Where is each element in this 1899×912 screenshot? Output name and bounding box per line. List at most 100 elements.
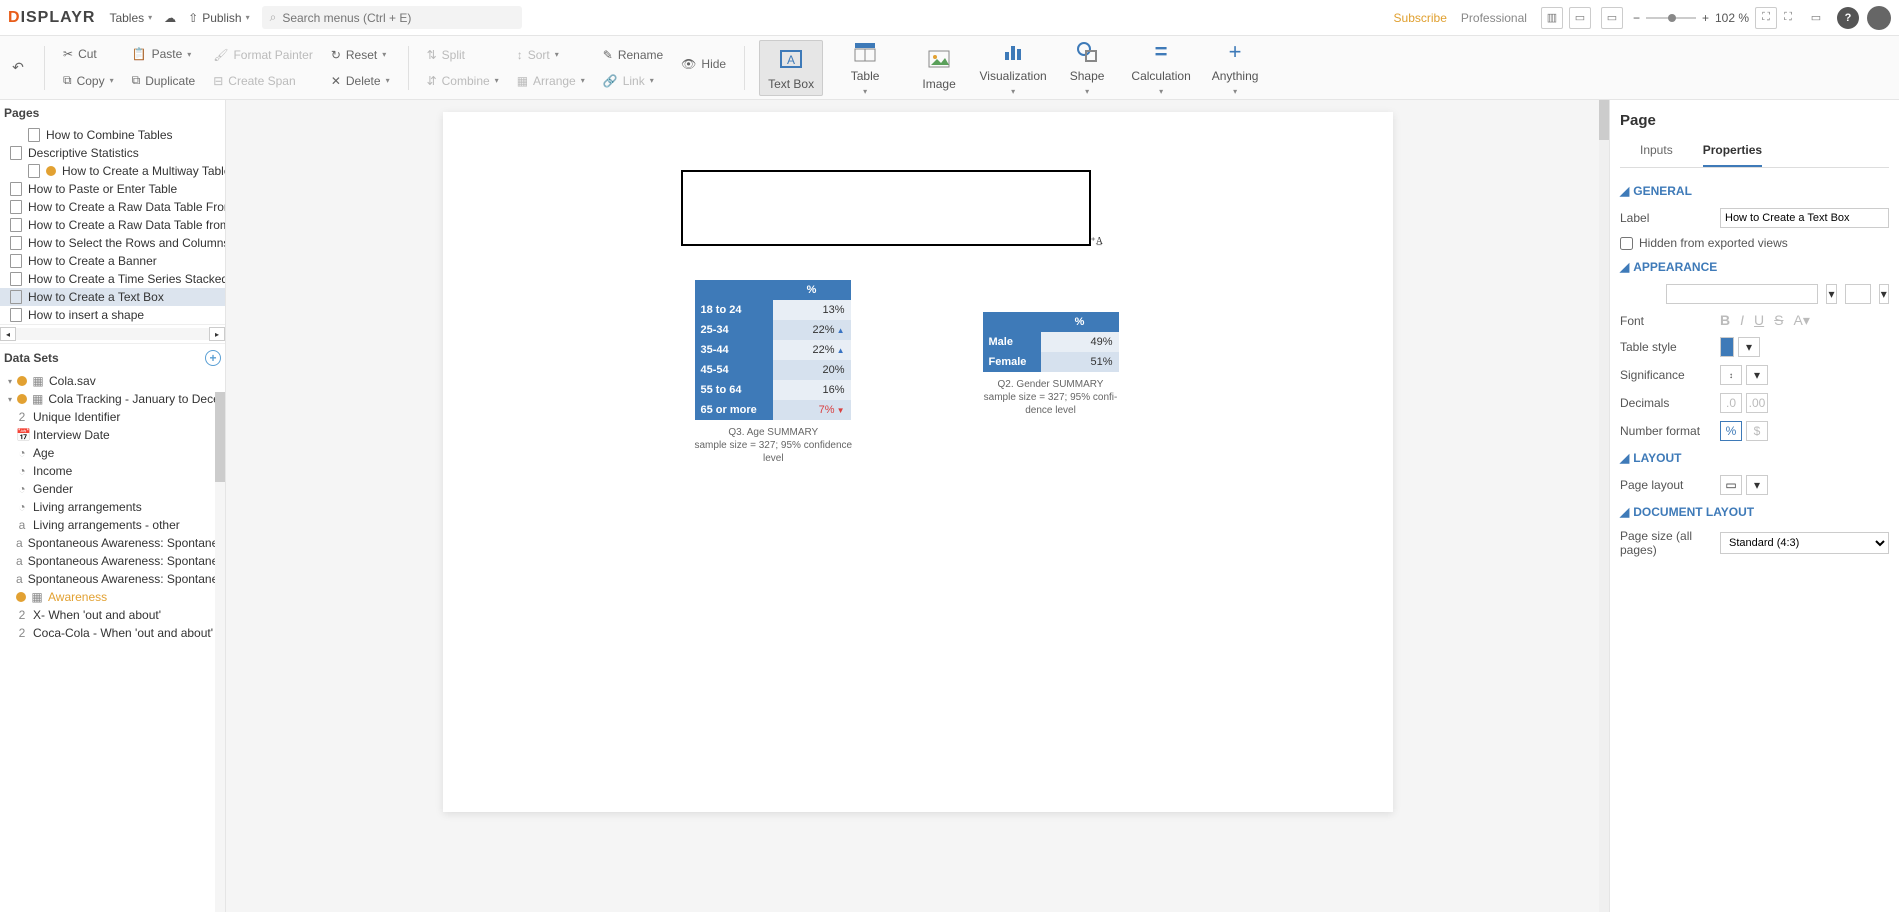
- section-appearance[interactable]: ◢APPEARANCE: [1620, 254, 1889, 280]
- currency-format[interactable]: $: [1746, 421, 1768, 441]
- insert-calculation[interactable]: = Calculation▾: [1129, 40, 1193, 96]
- tables-menu[interactable]: Tables▾: [109, 11, 152, 25]
- page-item[interactable]: How to Create a Raw Data Table from Var: [0, 216, 225, 234]
- layout-panels-icon[interactable]: ▥: [1541, 7, 1563, 29]
- datasets-scrollbar[interactable]: [215, 392, 225, 912]
- insert-text-box[interactable]: A Text Box: [759, 40, 823, 96]
- age-table[interactable]: % 18 to 2413%25-3422%▲35-4422%▲45-5420%5…: [695, 280, 853, 465]
- hidden-checkbox[interactable]: Hidden from exported views: [1620, 232, 1889, 254]
- insert-anything[interactable]: + Anything▾: [1203, 40, 1267, 96]
- insert-visualization[interactable]: Visualization▾: [981, 40, 1045, 96]
- add-dataset-button[interactable]: +: [205, 350, 221, 366]
- significance-dd[interactable]: ▾: [1746, 365, 1768, 385]
- dataset-item[interactable]: aLiving arrangements - other: [0, 516, 225, 534]
- view-mode-icon[interactable]: ▭: [1601, 7, 1623, 29]
- dataset-item[interactable]: aSpontaneous Awareness: Spontaneou: [0, 534, 225, 552]
- page-layout-dd[interactable]: ▾: [1746, 475, 1768, 495]
- bold-icon[interactable]: B: [1720, 312, 1730, 329]
- decimals-dec[interactable]: .0: [1720, 393, 1742, 413]
- decimals-inc[interactable]: .00: [1746, 393, 1768, 413]
- dataset-item[interactable]: ◔Income: [0, 462, 225, 480]
- insert-table[interactable]: Table▾: [833, 40, 897, 96]
- page-item[interactable]: Descriptive Statistics: [0, 144, 225, 162]
- scroll-right-icon[interactable]: ▸: [209, 327, 225, 341]
- zoom-fit-icon[interactable]: ⛶: [1755, 7, 1777, 29]
- insert-shape[interactable]: Shape▾: [1055, 40, 1119, 96]
- tab-properties[interactable]: Properties: [1703, 139, 1762, 167]
- paste-button[interactable]: 📋Paste▾: [128, 45, 200, 63]
- tab-inputs[interactable]: Inputs: [1640, 139, 1673, 167]
- zoom-slider[interactable]: [1646, 17, 1696, 19]
- user-avatar[interactable]: [1867, 6, 1891, 30]
- font-size-down[interactable]: ▾: [1826, 284, 1836, 304]
- label-input[interactable]: [1720, 208, 1889, 228]
- page-item[interactable]: How to Combine Tables: [0, 126, 225, 144]
- page-layout-select[interactable]: ▭: [1720, 475, 1742, 495]
- copy-button[interactable]: ⧉Copy▾: [59, 71, 118, 90]
- slideshow-icon[interactable]: ▭: [1805, 7, 1827, 29]
- table-style-dd[interactable]: ▾: [1738, 337, 1760, 357]
- dataset-item[interactable]: ◔Living arrangements: [0, 498, 225, 516]
- font-size-up[interactable]: ▾: [1879, 284, 1889, 304]
- pages-hscroll[interactable]: ◂ ▸: [0, 324, 225, 344]
- search-input[interactable]: [282, 11, 513, 25]
- dataset-item[interactable]: ◔Gender: [0, 480, 225, 498]
- page-item[interactable]: How to insert a shape: [0, 306, 225, 324]
- fullscreen-icon[interactable]: ⛶: [1777, 7, 1799, 29]
- hide-button[interactable]: 👁Hide: [677, 55, 730, 73]
- section-general[interactable]: ◢GENERAL: [1620, 178, 1889, 204]
- undo-button[interactable]: ↶: [6, 59, 30, 76]
- page-canvas[interactable]: ⁺A̲ % 18 to 2413%25-3422%▲35-4422%▲45-54…: [443, 112, 1393, 812]
- strike-icon[interactable]: S: [1774, 312, 1783, 329]
- dataset-item[interactable]: ▾▦Cola.sav: [0, 372, 225, 390]
- page-item[interactable]: How to Create a Multiway Table: [0, 162, 225, 180]
- italic-icon[interactable]: I: [1740, 312, 1744, 329]
- help-icon[interactable]: ?: [1837, 7, 1859, 29]
- subscribe-link[interactable]: Subscribe: [1394, 11, 1447, 25]
- gender-table[interactable]: % Male49%Female51% Q2. Gender SUMMARY sa…: [983, 312, 1119, 417]
- delete-button[interactable]: ✕Delete▾: [327, 72, 394, 90]
- significance-select[interactable]: ↕: [1720, 365, 1742, 385]
- dataset-item[interactable]: ◔Age: [0, 444, 225, 462]
- expand-icon[interactable]: ▾: [8, 377, 12, 386]
- reset-button[interactable]: ↻Reset▾: [327, 46, 394, 64]
- search-box[interactable]: ⌕: [262, 6, 522, 29]
- page-item[interactable]: How to Create a Raw Data Table From a V: [0, 198, 225, 216]
- page-item[interactable]: How to Paste or Enter Table: [0, 180, 225, 198]
- pct-format[interactable]: %: [1720, 421, 1742, 441]
- zoom-control[interactable]: − + 102 % ⛶: [1633, 7, 1777, 29]
- page-size-select[interactable]: Standard (4:3): [1720, 532, 1889, 554]
- dataset-item[interactable]: 📅Interview Date: [0, 426, 225, 444]
- font-size-input[interactable]: [1845, 284, 1871, 304]
- section-document-layout[interactable]: ◢DOCUMENT LAYOUT: [1620, 499, 1889, 525]
- dataset-item[interactable]: aSpontaneous Awareness: Spontaneou: [0, 570, 225, 588]
- dataset-item[interactable]: ▦Awareness: [0, 588, 225, 606]
- zoom-out-icon[interactable]: −: [1633, 11, 1640, 25]
- insert-image[interactable]: Image: [907, 40, 971, 96]
- page-item[interactable]: How to Select the Rows and Columns to A: [0, 234, 225, 252]
- canvas-scrollbar[interactable]: [1599, 100, 1609, 912]
- scroll-left-icon[interactable]: ◂: [0, 327, 16, 341]
- rename-button[interactable]: ✎Rename: [599, 46, 667, 64]
- page-item[interactable]: How to Create a Text Box: [0, 288, 225, 306]
- dataset-item[interactable]: 2Coca-Cola - When 'out and about': [0, 624, 225, 642]
- font-color-icon[interactable]: A▾: [1793, 312, 1809, 329]
- expand-icon[interactable]: ▾: [8, 395, 12, 404]
- underline-icon[interactable]: U: [1754, 312, 1764, 329]
- text-box-element[interactable]: [681, 170, 1091, 246]
- dataset-item[interactable]: ▾▦Cola Tracking - January to December.: [0, 390, 225, 408]
- dataset-item[interactable]: 2X- When 'out and about': [0, 606, 225, 624]
- dataset-item[interactable]: aSpontaneous Awareness: Spontaneou: [0, 552, 225, 570]
- zoom-in-icon[interactable]: +: [1702, 11, 1709, 25]
- page-item[interactable]: How to Create a Banner: [0, 252, 225, 270]
- layout-single-icon[interactable]: ▭: [1569, 7, 1591, 29]
- font-family-input[interactable]: [1666, 284, 1818, 304]
- page-item[interactable]: How to Create a Time Series Stacked by Y: [0, 270, 225, 288]
- canvas-area[interactable]: ⁺A̲ % 18 to 2413%25-3422%▲35-4422%▲45-54…: [226, 100, 1609, 912]
- duplicate-button[interactable]: ⧉Duplicate: [128, 71, 200, 90]
- table-style-select[interactable]: [1720, 337, 1734, 357]
- cut-button[interactable]: ✂Cut: [59, 45, 118, 63]
- cloud-icon[interactable]: ☁: [164, 11, 176, 25]
- publish-menu[interactable]: ⇧Publish▾: [188, 11, 249, 25]
- dataset-item[interactable]: 2Unique Identifier: [0, 408, 225, 426]
